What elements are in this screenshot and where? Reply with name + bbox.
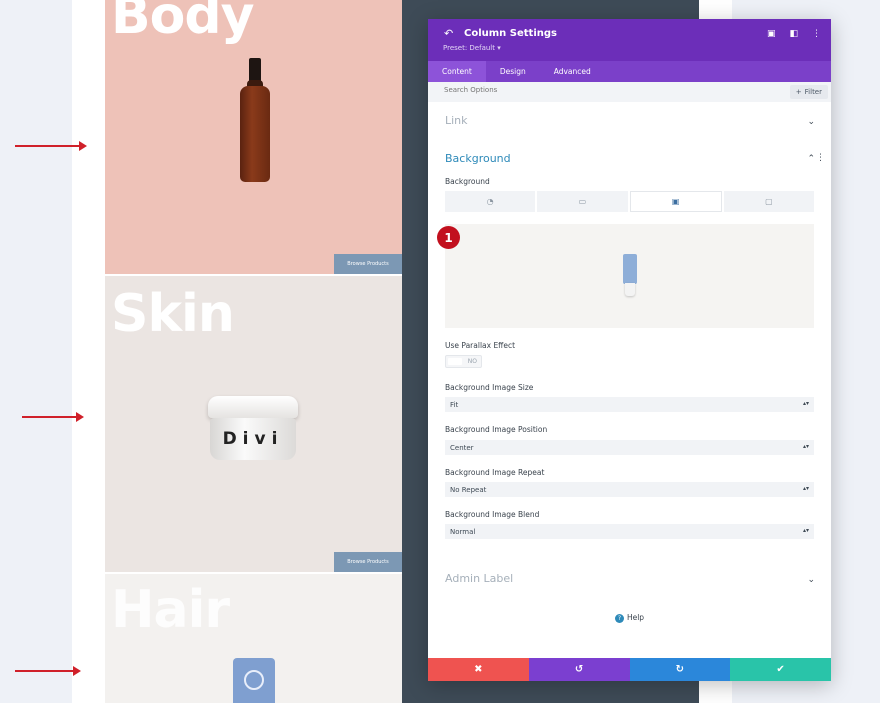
image-position-label: Background Image Position [445,425,548,434]
undo-button[interactable]: ↺ [528,658,630,681]
section-title-skin: Skin [111,284,235,344]
help-link[interactable]: ? Help [428,613,831,623]
image-blend-select[interactable]: Normal ▴▾ [445,524,814,539]
jar-image: Divi [208,396,298,462]
modal-tabs: Content Design Advanced [428,61,831,82]
tube-image [623,254,637,296]
redo-button[interactable]: ↻ [629,658,731,681]
image-icon[interactable]: ▣ [629,191,722,212]
chevron-up-icon[interactable]: ⌃ [807,154,815,164]
split-view-icon[interactable]: ◧ [789,29,798,39]
tab-advanced[interactable]: Advanced [540,61,605,82]
help-icon: ? [614,614,624,623]
parallax-label: Use Parallax Effect [445,341,516,350]
parallax-toggle[interactable]: NO [445,355,482,368]
select-caret-icon: ▴▾ [802,527,809,534]
focus-icon[interactable]: ▣ [767,29,776,39]
image-size-label: Background Image Size [445,383,534,392]
right-arrow-icon [15,141,87,151]
filter-label: Filter [804,88,822,96]
group-background[interactable]: Background [445,152,511,165]
section-title-body: Body [111,0,254,46]
select-caret-icon: ▴▾ [802,400,809,407]
group-admin-label[interactable]: Admin Label [445,572,513,585]
section-skin[interactable]: Skin Divi Browse Products [105,276,402,572]
more-icon[interactable]: ⋮ [816,153,825,163]
search-input[interactable] [444,86,744,94]
section-hair[interactable]: Hair [105,574,402,703]
video-icon[interactable]: ▢ [723,191,814,212]
bottle-image [240,58,270,184]
background-type-tabs: ◔ ▭ ▣ ▢ [445,191,814,212]
right-arrow-icon [22,412,84,422]
cancel-button[interactable]: ✖ [428,658,529,681]
modal-body: Link ⌄ Background ⌃ ⋮ Background ◔ ▭ ▣ ▢… [428,102,831,658]
jar-label: Divi [210,418,296,460]
modal-title: Column Settings [464,28,557,39]
save-button[interactable]: ✔ [730,658,831,681]
tab-design[interactable]: Design [486,61,540,82]
preset-selector[interactable]: Preset: Default ▾ [443,44,501,52]
browse-products-button[interactable]: Browse Products [334,552,402,572]
step-badge: 1 [437,226,460,249]
background-image-preview[interactable] [445,224,814,328]
right-arrow-icon [15,666,81,676]
column-settings-modal: ↶ Column Settings Preset: Default ▾ ▣ ◧ … [428,19,831,681]
chevron-down-icon[interactable]: ⌄ [807,575,815,585]
chevron-down-icon[interactable]: ⌄ [807,117,815,127]
close-icon: ✖ [474,664,483,675]
plus-icon: + [795,88,802,96]
search-row: + Filter [428,82,831,102]
filter-button[interactable]: + Filter [789,85,828,99]
section-title-hair: Hair [111,580,230,640]
undo-icon: ↺ [574,664,584,675]
tube-image [233,658,275,703]
image-blend-label: Background Image Blend [445,510,540,519]
check-icon: ✔ [776,664,785,675]
select-caret-icon: ▴▾ [802,443,809,450]
image-size-select[interactable]: Fit ▴▾ [445,397,814,412]
section-body[interactable]: Body Browse Products [105,0,402,274]
gradient-icon[interactable]: ▭ [537,191,628,212]
more-icon[interactable]: ⋮ [812,29,821,39]
group-link[interactable]: Link [445,114,468,127]
image-repeat-label: Background Image Repeat [445,468,545,477]
select-caret-icon: ▴▾ [802,485,809,492]
image-repeat-select[interactable]: No Repeat ▴▾ [445,482,814,497]
background-label: Background [445,177,490,186]
redo-icon: ↻ [675,664,685,675]
color-bucket-icon[interactable]: ◔ [445,191,536,212]
tab-content[interactable]: Content [428,61,486,82]
toggle-value: NO [467,358,477,365]
modal-header: ↶ Column Settings Preset: Default ▾ ▣ ◧ … [428,19,831,61]
back-arrow-icon[interactable]: ↶ [444,27,453,40]
browse-products-button[interactable]: Browse Products [334,254,402,274]
image-position-select[interactable]: Center ▴▾ [445,440,814,455]
modal-footer: ✖ ↺ ↻ ✔ [428,658,831,681]
